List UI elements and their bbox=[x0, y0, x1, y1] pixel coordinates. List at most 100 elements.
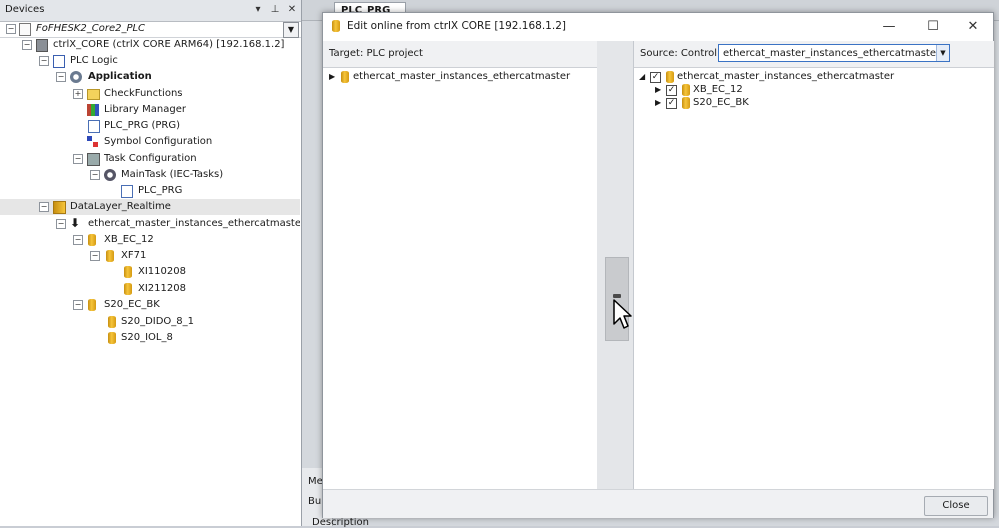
tree-item-plc-logic[interactable]: − PLC Logic bbox=[0, 53, 290, 69]
tree-label: PLC_PRG bbox=[138, 185, 183, 196]
io-module-icon bbox=[124, 283, 132, 295]
chevron-right-icon[interactable]: ▶ bbox=[329, 69, 335, 85]
bottom-tab-label[interactable]: Me bbox=[308, 476, 323, 487]
tree-label: XI211208 bbox=[138, 283, 186, 294]
tree-item-library-manager[interactable]: Library Manager bbox=[0, 102, 290, 118]
tree-item-ctrlx-core[interactable]: − ctrlX_CORE (ctrlX CORE ARM64) [192.168… bbox=[0, 37, 290, 53]
tree-item-plc-prg[interactable]: PLC_PRG (PRG) bbox=[0, 118, 290, 134]
tree-label: DataLayer_Realtime bbox=[70, 201, 171, 212]
close-button[interactable]: Close bbox=[924, 496, 988, 516]
tree-item-xi110208[interactable]: XI110208 bbox=[0, 264, 290, 280]
tree-item-application[interactable]: − Application bbox=[0, 69, 290, 85]
tree-item-datalayer-realtime[interactable]: − DataLayer_Realtime bbox=[0, 199, 300, 215]
io-module-icon bbox=[124, 266, 132, 278]
tree-item-xf71[interactable]: − XF71 bbox=[0, 248, 290, 264]
target-tree-item[interactable]: ▶ ethercat_master_instances_ethercatmast… bbox=[323, 69, 593, 85]
tree-item-maintask[interactable]: − MainTask (IEC-Tasks) bbox=[0, 167, 290, 183]
checkbox[interactable]: ✓ bbox=[666, 98, 677, 109]
tree-label: ctrlX_CORE (ctrlX CORE ARM64) [192.168.1… bbox=[53, 39, 285, 50]
mouse-cursor-icon bbox=[613, 299, 632, 329]
device-icon bbox=[36, 39, 48, 52]
tree-label: XF71 bbox=[121, 250, 147, 261]
tree-label: Task Configuration bbox=[104, 153, 197, 164]
collapse-icon[interactable]: − bbox=[73, 154, 83, 164]
dialog-titlebar[interactable]: Edit online from ctrlX CORE [192.168.1.2… bbox=[323, 13, 993, 41]
tree-label: S20_IOL_8 bbox=[121, 332, 173, 343]
edit-online-dialog: Edit online from ctrlX CORE [192.168.1.2… bbox=[322, 12, 994, 518]
tree-item-s20-iol-8[interactable]: S20_IOL_8 bbox=[0, 330, 290, 346]
dialog-footer: Close bbox=[323, 489, 993, 518]
tree-item-s20-ec-bk[interactable]: − S20_EC_BK bbox=[0, 297, 290, 313]
tree-label: Library Manager bbox=[104, 104, 186, 115]
tree-item-checkfunctions[interactable]: + CheckFunctions bbox=[0, 86, 290, 102]
import-arrow-icon: ⬇ bbox=[70, 216, 81, 230]
target-header-label: Target: PLC project bbox=[329, 48, 423, 59]
tree-item-xb-ec-12[interactable]: − XB_EC_12 bbox=[0, 232, 290, 248]
source-select-value: ethercat_master_instances_ethercatmaster bbox=[723, 48, 941, 59]
close-icon[interactable]: ✕ bbox=[959, 17, 987, 37]
collapse-icon[interactable]: − bbox=[56, 219, 66, 229]
collapse-icon[interactable]: − bbox=[90, 170, 100, 180]
source-tree-item-s20-ec-bk[interactable]: ▶ ✓ S20_EC_BK bbox=[634, 95, 989, 111]
target-header: Target: PLC project bbox=[323, 41, 597, 68]
source-header: Source: Control ethercat_master_instance… bbox=[634, 41, 994, 68]
folder-icon bbox=[87, 89, 100, 100]
expand-icon[interactable]: + bbox=[73, 89, 83, 99]
task-config-icon bbox=[87, 153, 100, 166]
source-header-label: Source: Control bbox=[640, 48, 718, 59]
plc-logic-icon bbox=[53, 55, 65, 68]
io-module-icon bbox=[682, 97, 690, 109]
devices-title: Devices bbox=[5, 4, 45, 15]
tree-label: Symbol Configuration bbox=[104, 136, 213, 147]
bottom-button-label[interactable]: Bu bbox=[308, 496, 321, 507]
collapse-icon[interactable]: − bbox=[90, 251, 100, 261]
tree-item-plc-prg-call[interactable]: PLC_PRG bbox=[0, 183, 290, 199]
tree-label: S20_EC_BK bbox=[104, 299, 160, 310]
gear-icon bbox=[70, 71, 82, 83]
tree-label: XB_EC_12 bbox=[104, 234, 154, 245]
tree-item-task-configuration[interactable]: − Task Configuration bbox=[0, 151, 290, 167]
chevron-right-icon[interactable]: ▶ bbox=[655, 95, 661, 111]
collapse-icon[interactable]: − bbox=[22, 40, 32, 50]
source-select[interactable]: ethercat_master_instances_ethercatmaster… bbox=[718, 44, 950, 62]
task-icon bbox=[104, 169, 116, 181]
minimize-icon[interactable]: — bbox=[875, 17, 903, 37]
project-icon bbox=[19, 23, 31, 36]
close-icon[interactable]: ✕ bbox=[285, 3, 299, 17]
library-icon bbox=[87, 104, 99, 116]
maximize-icon[interactable]: ☐ bbox=[919, 17, 947, 37]
collapse-icon[interactable]: − bbox=[73, 300, 83, 310]
tree-label: S20_EC_BK bbox=[693, 97, 749, 108]
dropdown-icon[interactable]: ▾ bbox=[251, 3, 265, 17]
io-module-icon bbox=[108, 316, 116, 328]
collapse-icon[interactable]: − bbox=[39, 202, 49, 212]
tree-label: S20_DIDO_8_1 bbox=[121, 316, 195, 327]
collapse-icon[interactable]: − bbox=[6, 24, 16, 34]
tree-label: PLC_PRG (PRG) bbox=[104, 120, 181, 131]
collapse-icon[interactable]: − bbox=[39, 56, 49, 66]
tree-label: XI110208 bbox=[138, 266, 186, 277]
dialog-title: Edit online from ctrlX CORE [192.168.1.2… bbox=[347, 20, 566, 32]
tree-item-s20-dido-8-1[interactable]: S20_DIDO_8_1 bbox=[0, 314, 290, 330]
tree-label: ethercat_master_instances_ethercatmaster… bbox=[88, 218, 300, 229]
collapse-icon[interactable]: − bbox=[73, 235, 83, 245]
io-module-icon bbox=[108, 332, 116, 344]
chevron-down-icon[interactable]: ▼ bbox=[936, 45, 949, 61]
tree-label: ethercat_master_instances_ethercatmaster bbox=[353, 71, 571, 82]
tree-label: CheckFunctions bbox=[104, 88, 183, 99]
io-module-icon bbox=[341, 71, 349, 83]
pin-icon[interactable]: ⊥ bbox=[268, 3, 282, 17]
symbol-icon bbox=[87, 136, 99, 148]
source-pane: Source: Control ethercat_master_instance… bbox=[633, 41, 994, 489]
dialog-icon bbox=[332, 20, 340, 32]
tree-item-project[interactable]: − FoFHESK2_Core2_PLC bbox=[0, 21, 290, 37]
io-module-icon bbox=[106, 250, 114, 262]
tree-item-xi211208[interactable]: XI211208 bbox=[0, 281, 290, 297]
target-pane: Target: PLC project ▶ ethercat_master_in… bbox=[323, 41, 598, 489]
collapse-icon[interactable]: − bbox=[56, 72, 66, 82]
tree-item-ethercat-master[interactable]: − ⬇ ethercat_master_instances_ethercatma… bbox=[0, 216, 300, 232]
tree-item-symbol-configuration[interactable]: Symbol Configuration bbox=[0, 134, 290, 150]
program-icon bbox=[88, 120, 100, 133]
description-label: Description bbox=[312, 517, 369, 528]
tree-label: Application bbox=[88, 71, 152, 82]
